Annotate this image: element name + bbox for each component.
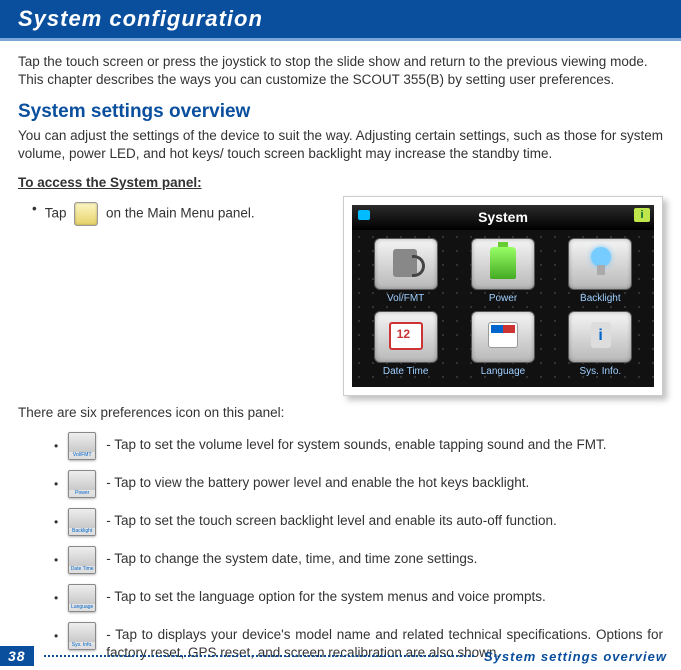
system-panel-title-bar: System i (352, 205, 654, 230)
panel-item-datetime: Date Time (360, 311, 451, 379)
footer-section-title: System settings overview (484, 649, 667, 664)
system-panel-grid: Vol/FMT Power Backlight Date Time Langua… (352, 230, 654, 387)
page-number: 38 (0, 646, 34, 666)
intro-block: Tap the touch screen or press the joysti… (18, 53, 663, 89)
panel-label: Language (457, 365, 548, 379)
bullet-icon: • (54, 552, 58, 568)
bullet-icon: • (54, 590, 58, 606)
tap-instruction: • Tap on the Main Menu panel. (18, 200, 331, 226)
volfmt-small-icon: Vol/FMT (68, 432, 96, 460)
intro-line-2: This chapter describes the ways you can … (18, 71, 663, 89)
pref-text: - Tap to view the battery power level an… (106, 470, 663, 492)
backlight-small-icon: Backlight (68, 508, 96, 536)
panel-label: Sys. Info. (555, 365, 646, 379)
footer-dots (44, 655, 474, 657)
content-area: Tap the touch screen or press the joysti… (0, 41, 681, 662)
list-item: • Date Time - Tap to change the system d… (18, 546, 663, 574)
language-small-icon: Language (68, 584, 96, 612)
list-item: • Vol/FMT - Tap to set the volume level … (18, 432, 663, 460)
system-panel-title: System (478, 209, 528, 225)
panel-label: Power (457, 292, 548, 306)
panel-item-power: Power (457, 238, 548, 306)
panel-item-language: Language (457, 311, 548, 379)
pref-text: - Tap to set the volume level for system… (106, 432, 663, 454)
page-header: System configuration (0, 0, 681, 41)
datetime-small-icon: Date Time (68, 546, 96, 574)
page-title: System configuration (18, 6, 263, 31)
system-panel-figure: System i Vol/FMT Power Backlight (343, 196, 663, 396)
sysinfo-icon (568, 311, 632, 363)
system-panel: System i Vol/FMT Power Backlight (343, 196, 663, 396)
bulb-icon (568, 238, 632, 290)
panel-item-backlight: Backlight (555, 238, 646, 306)
panel-item-volfmt: Vol/FMT (360, 238, 451, 306)
tap-text: Tap on the Main Menu panel. (45, 200, 255, 226)
info-icon: i (634, 208, 650, 222)
list-item: • Backlight - Tap to set the touch scree… (18, 508, 663, 536)
bullet-icon: • (54, 438, 58, 454)
bullet-icon: • (32, 200, 37, 218)
bullet-icon: • (54, 628, 58, 644)
access-title: To access the System panel: (18, 174, 663, 192)
bullet-icon: • (54, 514, 58, 530)
panel-label: Vol/FMT (360, 292, 451, 306)
section-heading: System settings overview (18, 99, 663, 125)
list-item: • Power - Tap to view the battery power … (18, 470, 663, 498)
intro-line-1: Tap the touch screen or press the joysti… (18, 53, 663, 71)
calendar-icon (374, 311, 438, 363)
power-small-icon: Power (68, 470, 96, 498)
section-body: You can adjust the settings of the devic… (18, 127, 663, 163)
flags-icon (471, 311, 535, 363)
bullet-icon: • (54, 476, 58, 492)
list-item: • Language - Tap to set the language opt… (18, 584, 663, 612)
panel-label: Date Time (360, 365, 451, 379)
tap-suffix: on the Main Menu panel. (106, 205, 255, 220)
panel-item-sysinfo: Sys. Info. (555, 311, 646, 379)
preferences-block: There are six preferences icon on this p… (18, 404, 663, 663)
panel-label: Backlight (555, 292, 646, 306)
tap-prefix: Tap (45, 205, 67, 220)
speaker-icon (374, 238, 438, 290)
pref-text: - Tap to set the language option for the… (106, 584, 663, 606)
preferences-intro: There are six preferences icon on this p… (18, 404, 663, 422)
battery-icon (471, 238, 535, 290)
pref-text: - Tap to set the touch screen backlight … (106, 508, 663, 530)
pref-text: - Tap to change the system date, time, a… (106, 546, 663, 568)
page-footer: 38 System settings overview (0, 646, 681, 666)
system-small-icon (74, 202, 98, 226)
